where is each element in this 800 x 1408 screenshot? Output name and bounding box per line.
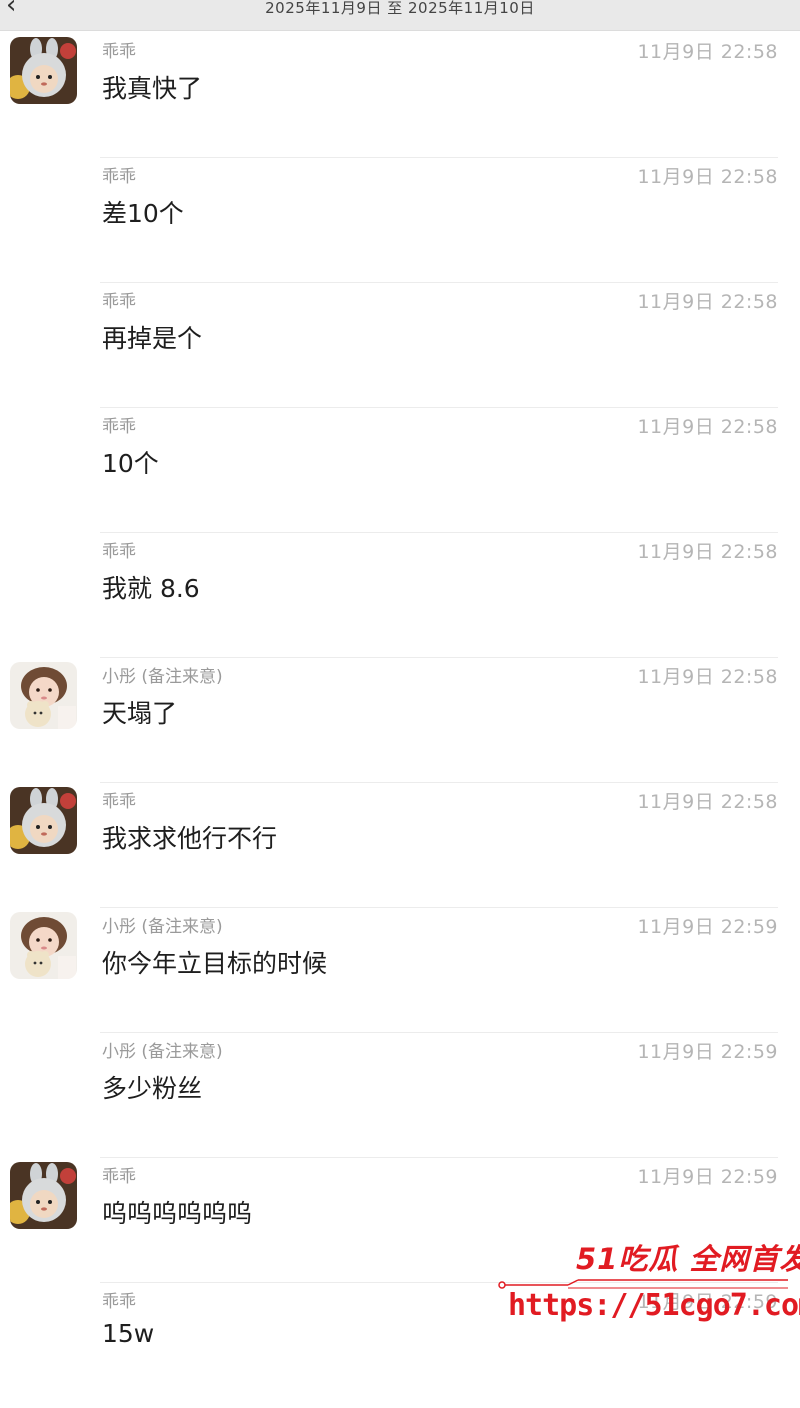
avatar[interactable] [10,912,77,979]
sender-name: 乖乖 [102,167,136,187]
message-time: 11月9日 22:58 [637,416,778,438]
message-row[interactable]: 小彤 (备注来意) 11月9日 22:59 多少粉丝 [0,1033,800,1158]
message-row[interactable]: 小彤 (备注来意) 11月9日 22:58 天塌了 [0,658,800,783]
top-bar: ‹ 2025年11月9日 至 2025年11月10日 [0,0,800,31]
sender-name: 乖乖 [102,417,136,437]
avatar[interactable] [10,662,77,729]
message-row[interactable]: 乖乖 11月9日 22:58 10个 [0,408,800,533]
message-row[interactable]: 乖乖 11月9日 22:58 我就 8.6 [0,533,800,658]
sender-name: 小彤 (备注来意) [102,667,223,687]
sender-name: 小彤 (备注来意) [102,1042,223,1062]
message-time: 11月9日 22:58 [637,791,778,813]
avatar[interactable] [10,37,77,104]
message-text: 15w [102,1319,155,1348]
date-range: 2025年11月9日 至 2025年11月10日 [265,0,535,17]
message-time: 11月9日 22:58 [637,41,778,63]
avatar[interactable] [10,787,77,854]
sender-name: 乖乖 [102,542,136,562]
message-text: 我求求他行不行 [102,824,278,853]
message-text: 10个 [102,449,159,478]
message-time: 11月9日 22:58 [637,166,778,188]
message-time: 11月9日 22:59 [637,1041,778,1063]
message-time: 11月9日 22:58 [637,291,778,313]
sender-name: 乖乖 [102,1167,136,1187]
message-text: 差10个 [102,199,184,228]
watermark-url: https://51cgo7.com [508,1288,800,1323]
watermark-logo: 51吃瓜 全网首发 [576,1242,800,1276]
message-time: 11月9日 22:59 [637,1166,778,1188]
message-text: 我就 8.6 [102,574,200,603]
message-time: 11月9日 22:58 [637,666,778,688]
message-text: 天塌了 [102,699,178,728]
message-time: 11月9日 22:59 [637,916,778,938]
message-text: 你今年立目标的时候 [102,949,328,978]
sender-name: 乖乖 [102,42,136,62]
sender-name: 小彤 (备注来意) [102,917,223,937]
message-text: 呜呜呜呜呜呜 [102,1199,253,1228]
watermark: 51吃瓜 全网首发 https://51cgo7.com [498,1236,800,1341]
message-row[interactable]: 乖乖 11月9日 22:58 差10个 [0,158,800,283]
message-row[interactable]: 小彤 (备注来意) 11月9日 22:59 你今年立目标的时候 [0,908,800,1033]
message-time: 11月9日 22:58 [637,541,778,563]
message-row[interactable]: 乖乖 11月9日 22:58 再掉是个 [0,283,800,408]
avatar[interactable] [10,1162,77,1229]
sender-name: 乖乖 [102,792,136,812]
sender-name: 乖乖 [102,1292,136,1312]
message-text: 多少粉丝 [102,1074,203,1103]
message-text: 我真快了 [102,74,203,103]
sender-name: 乖乖 [102,292,136,312]
message-text: 再掉是个 [102,324,203,353]
message-row[interactable]: 乖乖 11月9日 22:58 我求求他行不行 [0,783,800,908]
message-row[interactable]: 乖乖 11月9日 22:58 我真快了 [0,33,800,158]
